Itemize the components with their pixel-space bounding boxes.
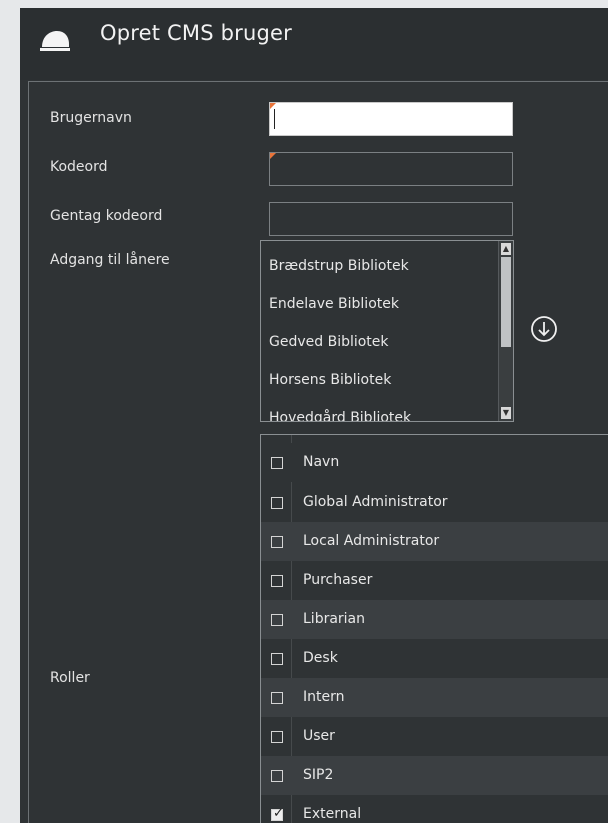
role-name: Local Administrator: [303, 533, 440, 549]
list-item[interactable]: Brædstrup Bibliotek: [269, 258, 409, 274]
table-row[interactable]: SIP2: [261, 756, 608, 795]
role-name: Desk: [303, 650, 338, 666]
role-checkbox[interactable]: [271, 536, 283, 548]
role-checkbox[interactable]: [271, 497, 283, 509]
scroll-up-button[interactable]: ▲: [501, 243, 511, 255]
table-row[interactable]: Global Administrator: [261, 483, 608, 522]
role-name: User: [303, 728, 335, 744]
helmet-icon: [40, 31, 70, 51]
create-cms-user-window: Opret CMS bruger Brugernavn Kodeord Gent…: [20, 8, 608, 823]
role-name: Librarian: [303, 611, 366, 627]
role-checkbox[interactable]: [271, 575, 283, 587]
library-access-label: Adgang til lånere: [50, 252, 170, 268]
table-row[interactable]: Librarian: [261, 600, 608, 639]
table-header: Navn: [261, 443, 608, 482]
checkmark-icon: ✓: [273, 806, 284, 821]
column-header-name[interactable]: Navn: [303, 454, 339, 470]
validation-marker: [270, 153, 276, 159]
role-checkbox[interactable]: ✓: [271, 806, 284, 821]
roles-label: Roller: [50, 670, 90, 686]
scroll-thumb[interactable]: [501, 257, 511, 347]
list-item[interactable]: Endelave Bibliotek: [269, 296, 399, 312]
library-list-scrollbar[interactable]: ▲ ▼: [498, 241, 513, 421]
text-caret: [274, 109, 275, 129]
list-item[interactable]: Hovedgård Bibliotek: [269, 410, 411, 421]
repeat-password-label: Gentag kodeord: [50, 208, 163, 224]
select-all-checkbox[interactable]: [271, 457, 283, 469]
table-row[interactable]: Intern: [261, 678, 608, 717]
role-name: External: [303, 806, 362, 822]
table-row[interactable]: Local Administrator: [261, 522, 608, 561]
roles-table: Navn Global Administrator Local Administ…: [260, 434, 608, 823]
library-list[interactable]: Brædstrup Bibliotek Endelave Bibliotek G…: [260, 240, 514, 422]
password-label: Kodeord: [50, 159, 108, 175]
window-title: Opret CMS bruger: [100, 21, 293, 45]
validation-marker: [270, 103, 276, 109]
role-name: Purchaser: [303, 572, 373, 588]
role-checkbox[interactable]: [271, 770, 283, 782]
scroll-down-button[interactable]: ▼: [501, 407, 511, 419]
role-checkbox[interactable]: [271, 692, 283, 704]
role-name: SIP2: [303, 767, 334, 783]
table-row[interactable]: ✓ External: [261, 795, 608, 823]
table-row[interactable]: Desk: [261, 639, 608, 678]
list-item[interactable]: Gedved Bibliotek: [269, 334, 389, 350]
role-checkbox[interactable]: [271, 653, 283, 665]
role-name: Global Administrator: [303, 494, 448, 510]
username-label: Brugernavn: [50, 110, 132, 126]
repeat-password-input[interactable]: [269, 202, 513, 236]
password-input[interactable]: [269, 152, 513, 186]
arrow-down-circle-icon[interactable]: [529, 314, 559, 344]
table-row[interactable]: User: [261, 717, 608, 756]
username-input[interactable]: [269, 102, 513, 136]
list-item[interactable]: Horsens Bibliotek: [269, 372, 391, 388]
title-bar: Opret CMS bruger: [20, 8, 608, 80]
role-checkbox[interactable]: [271, 614, 283, 626]
table-row[interactable]: Purchaser: [261, 561, 608, 600]
role-checkbox[interactable]: [271, 731, 283, 743]
role-name: Intern: [303, 689, 345, 705]
